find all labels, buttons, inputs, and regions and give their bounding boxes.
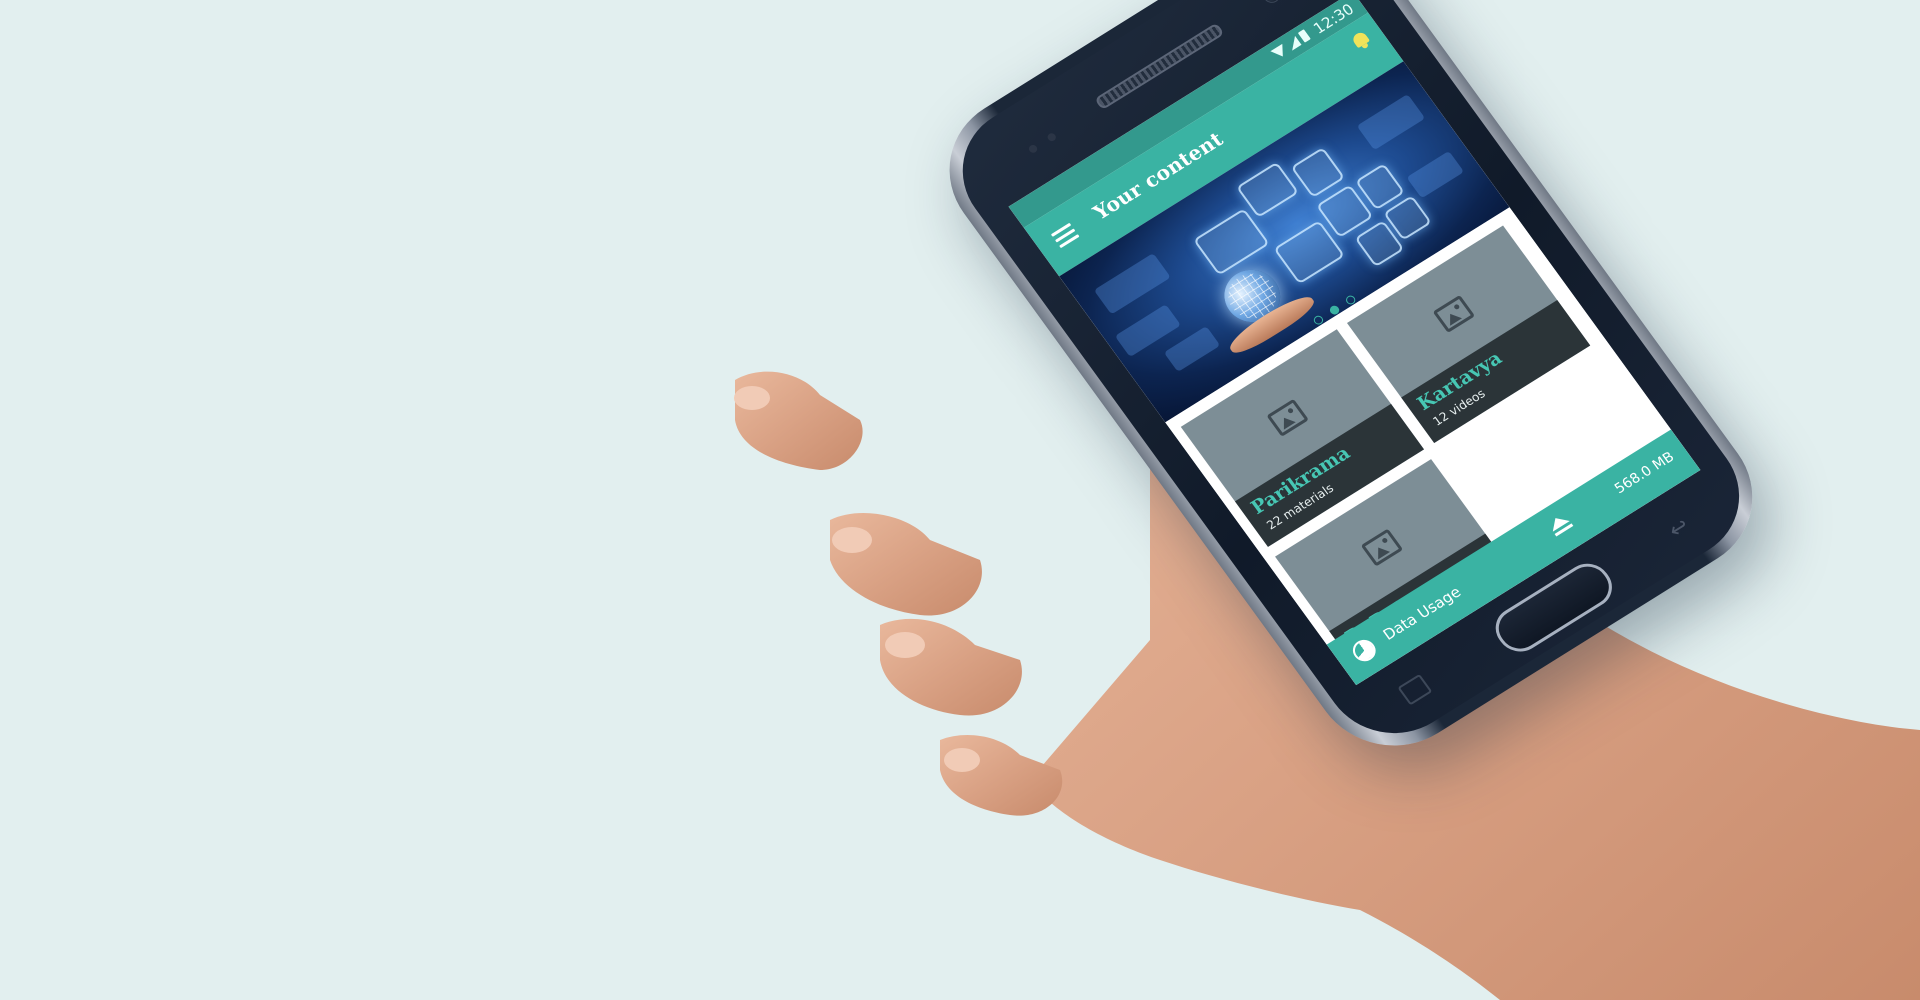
stage: 12:30 Your content Parikrama 22 material… <box>0 0 1920 1000</box>
video-tile-icon <box>1235 161 1300 218</box>
image-placeholder-icon <box>1432 294 1476 333</box>
eject-icon[interactable] <box>1546 512 1576 540</box>
image-placeholder-icon <box>1360 528 1404 567</box>
card-caption: Kartavya 12 videos <box>1401 300 1591 443</box>
signal-icon <box>1285 35 1302 51</box>
menu-icon[interactable] <box>1050 222 1080 249</box>
pie-chart-icon <box>1348 635 1381 666</box>
bell-icon[interactable] <box>1350 30 1373 51</box>
app-tile-icon <box>1192 208 1270 276</box>
image-placeholder-icon <box>1266 398 1309 437</box>
battery-icon <box>1297 29 1311 43</box>
touch-tile-icon <box>1290 147 1346 199</box>
wifi-icon <box>1270 43 1289 60</box>
